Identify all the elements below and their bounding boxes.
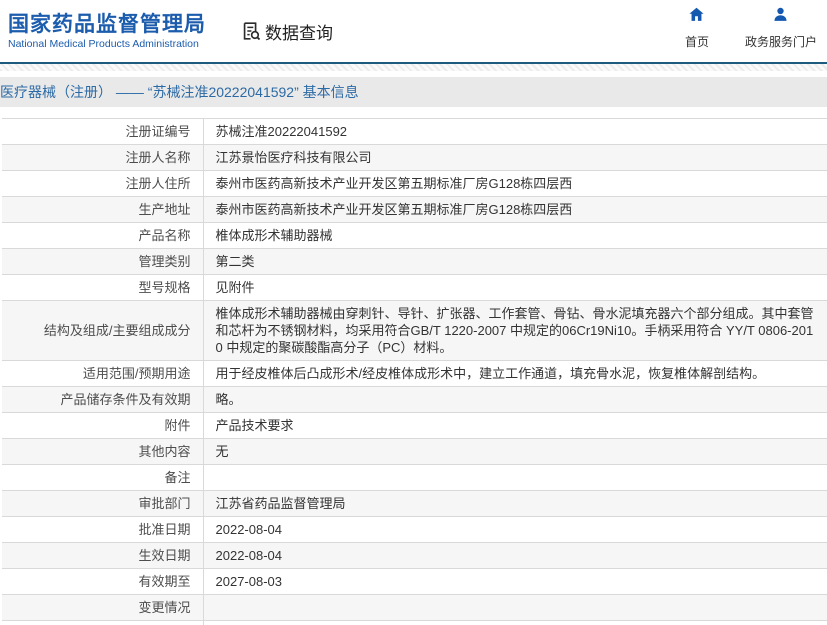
row-value: [203, 464, 827, 491]
user-icon: [772, 6, 789, 28]
data-query-label: 数据查询: [265, 23, 333, 43]
logo-title: 国家药品监督管理局: [8, 12, 206, 36]
row-label: 有效期至: [2, 568, 204, 595]
table-row: 生产地址 泰州市医药高新技术产业开发区第五期标准厂房G128栋四层西: [2, 196, 827, 223]
nav-portal-label: 政务服务门户: [744, 35, 817, 49]
table-row: 适用范围/预期用途 用于经皮椎体后凸成形术/经皮椎体成形术中，建立工作通道，填充…: [2, 360, 827, 387]
row-label: 附件: [2, 412, 204, 439]
row-label: 审批部门: [2, 490, 204, 517]
row-label: 型号规格: [2, 274, 204, 301]
table-row-note: 注 详情: [2, 620, 827, 625]
row-label: 生效日期: [2, 542, 204, 569]
row-value: 2022-08-04: [203, 542, 827, 569]
row-label: 注册证编号: [2, 118, 204, 145]
table-row: 有效期至 2027-08-03: [2, 568, 827, 595]
row-value: 无: [203, 438, 827, 465]
table-row: 注册证编号 苏械注准20222041592: [2, 118, 827, 145]
striped-band: [0, 64, 827, 71]
row-label: 注: [2, 620, 204, 625]
row-label: 生产地址: [2, 196, 204, 223]
row-value: 2027-08-03: [203, 568, 827, 595]
row-label: 注册人名称: [2, 144, 204, 171]
home-icon: [688, 6, 705, 28]
table-row: 注册人名称 江苏景怡医疗科技有限公司: [2, 144, 827, 171]
header: 国家药品监督管理局 National Medical Products Admi…: [0, 0, 827, 62]
table-row: 管理类别 第二类: [2, 248, 827, 275]
row-value: 泰州市医药高新技术产业开发区第五期标准厂房G128栋四层西: [203, 196, 827, 223]
row-label: 管理类别: [2, 248, 204, 275]
row-value: 产品技术要求: [203, 412, 827, 439]
table-row: 生效日期 2022-08-04: [2, 542, 827, 569]
table-row: 其他内容 无: [2, 438, 827, 465]
row-label: 产品储存条件及有效期: [2, 386, 204, 413]
row-value: 第二类: [203, 248, 827, 275]
row-value: 用于经皮椎体后凸成形术/经皮椎体成形术中，建立工作通道，填充骨水泥，恢复椎体解剖…: [203, 360, 827, 387]
logo-subtitle: National Medical Products Administration: [8, 37, 199, 50]
row-label: 产品名称: [2, 222, 204, 249]
table-row: 附件 产品技术要求: [2, 412, 827, 439]
table-row: 注册人住所 泰州市医药高新技术产业开发区第五期标准厂房G128栋四层西: [2, 170, 827, 197]
row-value: 见附件: [203, 274, 827, 301]
row-label: 适用范围/预期用途: [2, 360, 204, 387]
nav-portal[interactable]: 政务服务门户: [745, 6, 817, 50]
document-search-icon: [240, 20, 262, 42]
row-label: 备注: [2, 464, 204, 491]
row-value: [203, 594, 827, 621]
nmpa-logo[interactable]: 国家药品监督管理局 National Medical Products Admi…: [8, 12, 208, 51]
row-label: 结构及组成/主要组成成分: [2, 300, 204, 361]
header-nav: 首页 政务服务门户: [677, 6, 817, 50]
breadcrumb: 医疗器械（注册） —— “苏械注准20222041592” 基本信息: [0, 84, 359, 100]
row-value: 2022-08-04: [203, 516, 827, 543]
table-row: 型号规格 见附件: [2, 274, 827, 301]
row-label: 变更情况: [2, 594, 204, 621]
table-row: 审批部门 江苏省药品监督管理局: [2, 490, 827, 517]
table-row: 批准日期 2022-08-04: [2, 516, 827, 543]
table-row: 备注: [2, 464, 827, 491]
breadcrumb-bar: 医疗器械（注册） —— “苏械注准20222041592” 基本信息: [0, 77, 827, 107]
row-value: 椎体成形术辅助器械由穿刺针、导针、扩张器、工作套管、骨钻、骨水泥填充器六个部分组…: [203, 300, 827, 361]
row-value: 江苏省药品监督管理局: [203, 490, 827, 517]
row-value: 略。: [203, 386, 827, 413]
row-label: 批准日期: [2, 516, 204, 543]
row-label: 注册人住所: [2, 170, 204, 197]
table-row: 变更情况: [2, 594, 827, 621]
table-row: 产品名称 椎体成形术辅助器械: [2, 222, 827, 249]
table-row: 产品储存条件及有效期 略。: [2, 386, 827, 413]
row-value: 苏械注准20222041592: [203, 118, 827, 145]
row-value: 江苏景怡医疗科技有限公司: [203, 144, 827, 171]
data-query-nav[interactable]: 数据查询: [240, 19, 333, 44]
registration-info-table: 注册证编号 苏械注准20222041592 注册人名称 江苏景怡医疗科技有限公司…: [0, 118, 827, 625]
row-value: 椎体成形术辅助器械: [203, 222, 827, 249]
row-label: 其他内容: [2, 438, 204, 465]
table-row: 结构及组成/主要组成成分 椎体成形术辅助器械由穿刺针、导针、扩张器、工作套管、骨…: [2, 300, 827, 361]
nav-home-label: 首页: [684, 35, 709, 49]
row-value: 泰州市医药高新技术产业开发区第五期标准厂房G128栋四层西: [203, 170, 827, 197]
nav-home[interactable]: 首页: [677, 6, 717, 50]
row-value: 详情: [203, 620, 827, 625]
